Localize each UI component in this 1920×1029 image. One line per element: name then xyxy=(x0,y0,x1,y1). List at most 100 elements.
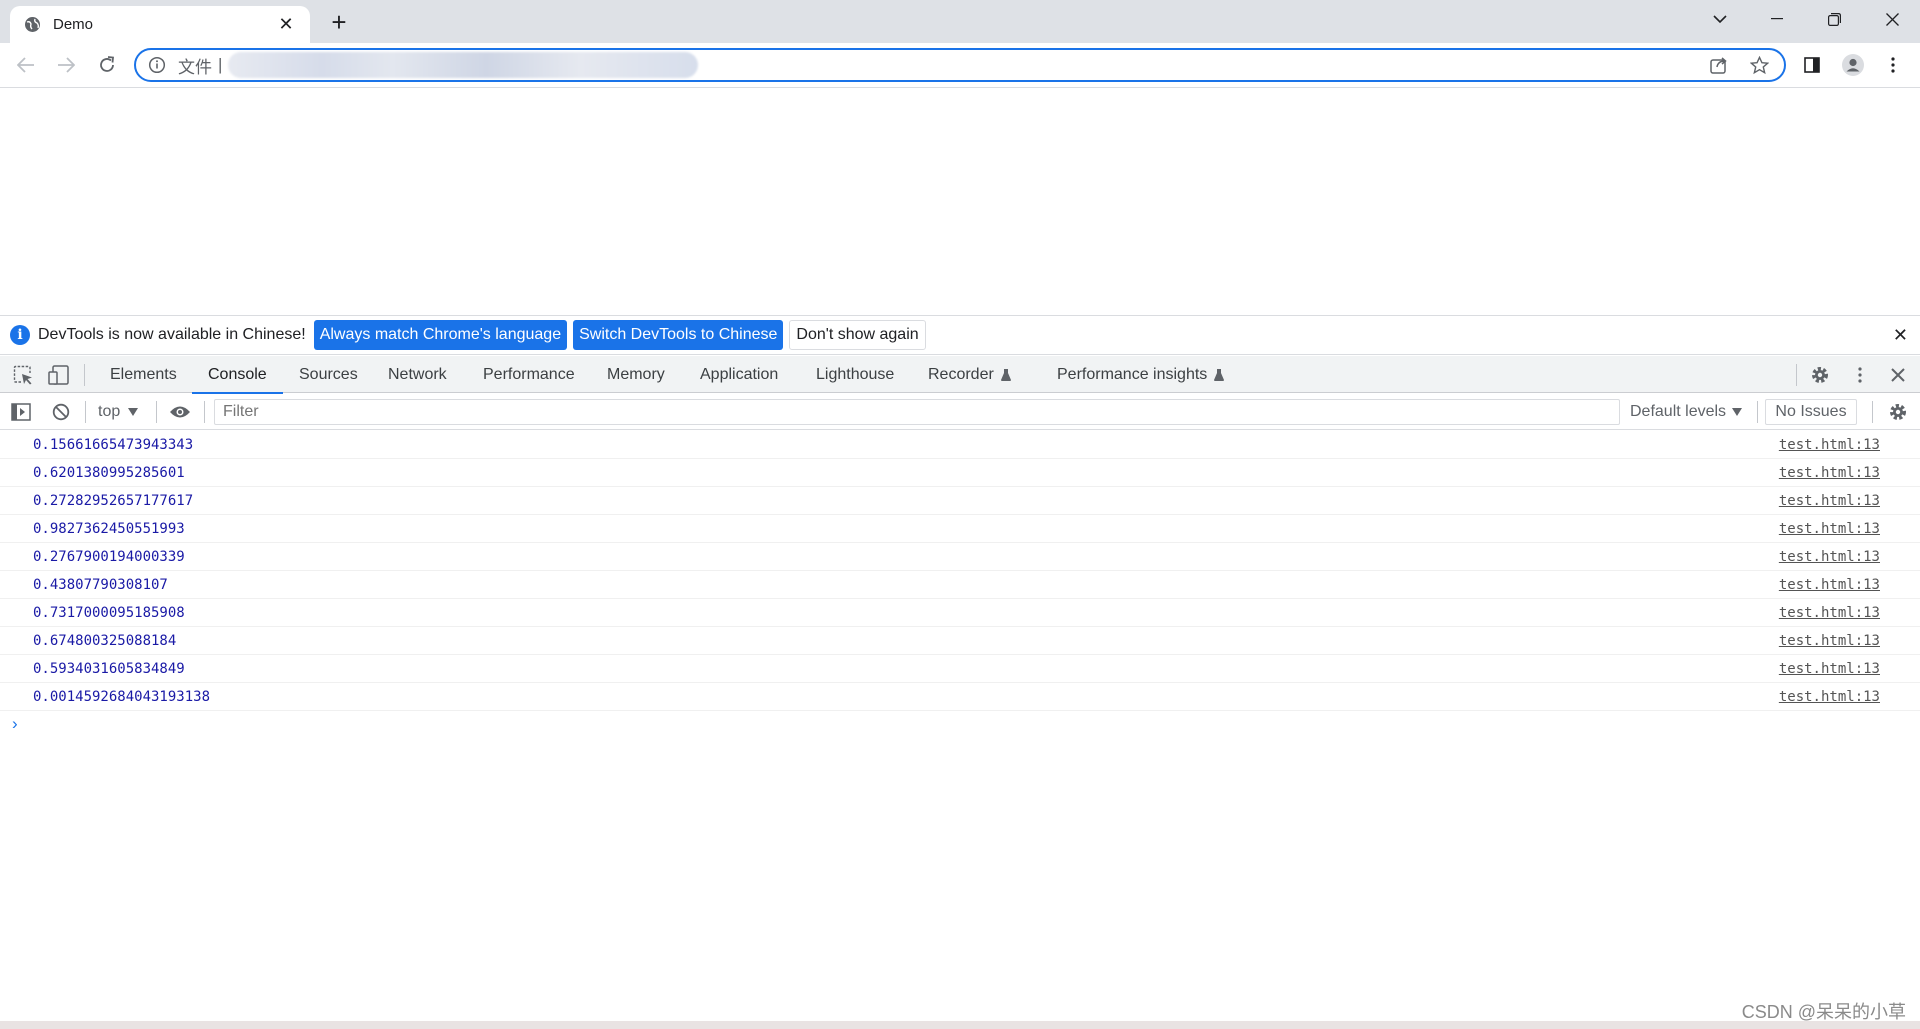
console-log-row: 0.15661665473943343 test.html:13 xyxy=(0,431,1920,459)
console-log-row: 0.6201380995285601 test.html:13 xyxy=(0,459,1920,487)
toolbar-divider xyxy=(156,401,157,423)
log-source-link[interactable]: test.html:13 xyxy=(1779,661,1880,677)
blurred-url xyxy=(228,52,699,78)
log-levels-label: Default levels xyxy=(1630,403,1727,420)
bookmark-star-icon[interactable] xyxy=(1746,52,1772,78)
console-messages: 0.15661665473943343 test.html:13 0.62013… xyxy=(0,431,1920,739)
console-toolbar: top Default levels No Issues xyxy=(0,394,1920,430)
log-source-link[interactable]: test.html:13 xyxy=(1779,521,1880,537)
console-filter-input[interactable] xyxy=(214,399,1620,425)
tab-application[interactable]: Application xyxy=(700,356,778,393)
tab-close-icon[interactable]: ✕ xyxy=(276,14,296,35)
toolbar-divider xyxy=(1757,401,1758,423)
log-value: 0.15661665473943343 xyxy=(33,437,194,453)
log-source-link[interactable]: test.html:13 xyxy=(1779,689,1880,705)
log-source-link[interactable]: test.html:13 xyxy=(1779,437,1880,453)
tab-sources[interactable]: Sources xyxy=(299,356,358,393)
log-source-link[interactable]: test.html:13 xyxy=(1779,549,1880,565)
show-sidebar-icon[interactable] xyxy=(9,400,33,424)
console-log-row: 0.5934031605834849 test.html:13 xyxy=(0,655,1920,683)
clear-console-icon[interactable] xyxy=(49,400,73,424)
log-value: 0.43807790308107 xyxy=(33,577,168,593)
tab-console[interactable]: Console xyxy=(192,356,283,394)
console-log-row: 0.2767900194000339 test.html:13 xyxy=(0,543,1920,571)
log-source-link[interactable]: test.html:13 xyxy=(1779,493,1880,509)
log-value: 0.674800325088184 xyxy=(33,633,177,649)
tab-memory[interactable]: Memory xyxy=(607,356,665,393)
side-panel-icon[interactable] xyxy=(1797,50,1827,80)
console-log-row: 0.43807790308107 test.html:13 xyxy=(0,571,1920,599)
tab-performance-insights-label: Performance insights xyxy=(1057,365,1208,383)
always-match-language-button[interactable]: Always match Chrome's language xyxy=(313,320,568,350)
tab-lighthouse[interactable]: Lighthouse xyxy=(816,356,894,393)
log-source-link[interactable]: test.html:13 xyxy=(1779,465,1880,481)
log-value: 0.6201380995285601 xyxy=(33,465,185,481)
tab-search-icon[interactable] xyxy=(1692,0,1748,38)
console-log-row: 0.9827362450551993 test.html:13 xyxy=(0,515,1920,543)
new-tab-button[interactable]: + xyxy=(325,7,353,37)
browser-tab[interactable]: Demo ✕ xyxy=(10,6,310,43)
settings-gear-icon[interactable] xyxy=(1808,363,1832,387)
experimental-flask-icon xyxy=(1214,368,1225,381)
log-value: 0.7317000095185908 xyxy=(33,605,185,621)
tab-strip: Demo ✕ + xyxy=(0,0,1920,43)
dropdown-arrow-icon xyxy=(128,408,139,416)
customize-menu-icon[interactable] xyxy=(1848,363,1872,387)
toolbar-divider xyxy=(85,401,86,423)
dropdown-arrow-icon xyxy=(1732,408,1743,416)
context-selector-label: top xyxy=(98,403,121,420)
toolbar-divider xyxy=(204,401,205,423)
taskbar-edge xyxy=(0,1021,1920,1029)
inspect-element-icon[interactable] xyxy=(11,363,35,387)
log-value: 0.0014592684043193138 xyxy=(33,689,211,705)
issues-counter-button[interactable]: No Issues xyxy=(1765,399,1857,425)
device-toolbar-icon[interactable] xyxy=(47,363,71,387)
tab-performance-insights[interactable]: Performance insights xyxy=(1057,356,1225,393)
console-log-row: 0.674800325088184 test.html:13 xyxy=(0,627,1920,655)
console-prompt[interactable]: › xyxy=(0,711,1920,739)
browser-toolbar: 文件 | xyxy=(0,43,1920,88)
tab-title: Demo xyxy=(53,16,94,33)
address-scheme: 文件 xyxy=(178,57,212,77)
toolbar-divider xyxy=(84,364,85,386)
tab-elements[interactable]: Elements xyxy=(110,356,177,393)
address-divider: | xyxy=(218,55,223,74)
window-close-icon[interactable] xyxy=(1864,0,1920,38)
console-log-row: 0.0014592684043193138 test.html:13 xyxy=(0,683,1920,711)
infobar-close-icon[interactable]: ✕ xyxy=(1893,325,1908,346)
live-expression-eye-icon[interactable] xyxy=(168,400,192,424)
chrome-menu-icon[interactable] xyxy=(1878,50,1908,80)
log-value: 0.2767900194000339 xyxy=(33,549,185,565)
console-log-row: 0.7317000095185908 test.html:13 xyxy=(0,599,1920,627)
tab-recorder-label: Recorder xyxy=(928,365,994,383)
minimize-icon[interactable] xyxy=(1749,0,1805,38)
back-icon[interactable] xyxy=(11,50,41,80)
log-source-link[interactable]: test.html:13 xyxy=(1779,605,1880,621)
dont-show-again-button[interactable]: Don't show again xyxy=(789,320,926,350)
infobar-message: DevTools is now available in Chinese! xyxy=(38,326,306,343)
log-source-link[interactable]: test.html:13 xyxy=(1779,577,1880,593)
globe-icon xyxy=(24,16,41,33)
log-levels-dropdown[interactable]: Default levels xyxy=(1630,394,1743,430)
forward-icon[interactable] xyxy=(51,50,81,80)
reload-icon[interactable] xyxy=(92,50,122,80)
address-bar[interactable]: 文件 | xyxy=(134,48,1786,82)
tab-network[interactable]: Network xyxy=(388,356,447,393)
site-info-icon[interactable] xyxy=(148,56,166,74)
log-value: 0.27282952657177617 xyxy=(33,493,194,509)
log-value: 0.5934031605834849 xyxy=(33,661,185,677)
console-settings-gear-icon[interactable] xyxy=(1886,400,1910,424)
profile-avatar-icon[interactable] xyxy=(1838,50,1868,80)
devtools-tab-bar: Elements Console Sources Network Perform… xyxy=(0,356,1920,394)
switch-devtools-chinese-button[interactable]: Switch DevTools to Chinese xyxy=(573,320,784,350)
devtools-close-icon[interactable] xyxy=(1886,363,1910,387)
info-icon: i xyxy=(10,325,30,345)
log-source-link[interactable]: test.html:13 xyxy=(1779,633,1880,649)
share-icon[interactable] xyxy=(1706,52,1732,78)
log-value: 0.9827362450551993 xyxy=(33,521,185,537)
context-selector[interactable]: top xyxy=(98,394,139,430)
tab-performance[interactable]: Performance xyxy=(483,356,575,393)
tab-recorder[interactable]: Recorder xyxy=(928,356,1011,393)
restore-icon[interactable] xyxy=(1806,0,1862,38)
toolbar-divider xyxy=(1872,401,1873,423)
